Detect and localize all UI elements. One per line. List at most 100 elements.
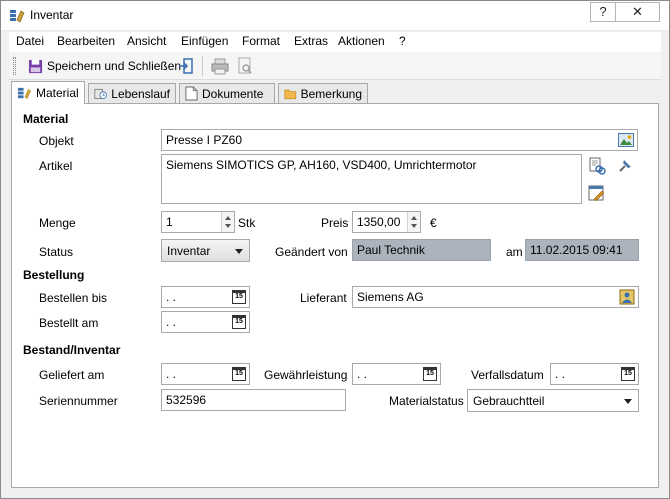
menu-bar: Datei Bearbeiten Ansicht Einfügen Format… bbox=[9, 32, 661, 52]
gewaehrleistung-label: Gewährleistung bbox=[264, 368, 348, 382]
menu-format[interactable]: Format bbox=[242, 34, 280, 48]
print-preview-icon[interactable] bbox=[235, 56, 255, 76]
menge-spinner[interactable] bbox=[221, 212, 234, 232]
lieferant-label: Lieferant bbox=[300, 291, 347, 305]
image-picker-icon[interactable] bbox=[618, 132, 634, 148]
tab-material-label: Material bbox=[36, 86, 79, 100]
calendar-icon[interactable]: 15 bbox=[621, 367, 635, 381]
tab-bemerkung[interactable]: Bemerkung bbox=[278, 83, 368, 103]
printer-icon[interactable] bbox=[210, 56, 230, 76]
objekt-label: Objekt bbox=[39, 134, 74, 148]
menge-label: Menge bbox=[39, 216, 76, 230]
verfallsdatum-datefield[interactable]: . . 15 bbox=[550, 363, 639, 385]
address-book-icon[interactable] bbox=[619, 289, 635, 305]
section-bestellung: Bestellung bbox=[23, 268, 85, 282]
preis-label: Preis bbox=[321, 216, 349, 230]
stk-label: Stk bbox=[238, 216, 256, 230]
bestellen-bis-datefield[interactable]: . . 15 bbox=[161, 286, 250, 308]
status-dropdown[interactable]: Inventar bbox=[161, 239, 250, 262]
menge-value: 1 bbox=[166, 215, 173, 229]
geaendert-von-value: Paul Technik bbox=[357, 243, 425, 257]
chevron-down-icon bbox=[235, 249, 243, 254]
seriennummer-field[interactable]: 532596 bbox=[161, 389, 346, 411]
toolbar-grip[interactable] bbox=[13, 57, 16, 75]
bestellt-am-label: Bestellt am bbox=[39, 316, 99, 330]
bestellt-am-value: . . bbox=[166, 315, 177, 329]
materialstatus-label: Materialstatus bbox=[389, 394, 464, 408]
calendar-icon[interactable]: 15 bbox=[232, 367, 246, 381]
artikel-field[interactable]: Siemens SIMOTICS GP, AH160, VSD400, Umri… bbox=[161, 154, 582, 204]
artikel-label: Artikel bbox=[39, 159, 73, 173]
am-label: am bbox=[506, 245, 523, 259]
tab-lebenslauf-label: Lebenslauf bbox=[111, 86, 170, 101]
edit-document-icon[interactable] bbox=[588, 184, 606, 202]
lieferant-field[interactable]: Siemens AG bbox=[352, 286, 639, 308]
pin-tool-icon[interactable] bbox=[616, 157, 634, 175]
geaendert-am-value: 11.02.2015 09:41 bbox=[530, 243, 623, 257]
exit-door-icon[interactable] bbox=[177, 56, 197, 76]
materialstatus-value: Gebrauchtteil bbox=[473, 394, 545, 408]
tab-dokumente[interactable]: Dokumente bbox=[179, 83, 275, 103]
verfallsdatum-value: . . bbox=[555, 367, 566, 381]
floppy-disk-icon bbox=[28, 59, 43, 73]
lieferant-value: Siemens AG bbox=[357, 290, 424, 304]
section-material: Material bbox=[23, 112, 69, 126]
window-title: Inventar bbox=[30, 8, 74, 22]
title-bar: Inventar ? ✕ bbox=[1, 1, 669, 31]
tab-lebenslauf[interactable]: Lebenslauf bbox=[88, 83, 176, 103]
geaendert-am-field: 11.02.2015 09:41 bbox=[525, 239, 639, 261]
seriennummer-label: Seriennummer bbox=[39, 394, 118, 408]
inventory-icon bbox=[17, 87, 32, 99]
materialstatus-dropdown[interactable]: Gebrauchtteil bbox=[467, 389, 639, 412]
objekt-value: Presse I PZ60 bbox=[166, 133, 243, 147]
geaendert-von-field: Paul Technik bbox=[352, 239, 491, 261]
geliefert-am-value: . . bbox=[166, 367, 177, 381]
gewaehrleistung-value: . . bbox=[357, 367, 368, 381]
status-value: Inventar bbox=[167, 244, 211, 258]
folder-icon bbox=[284, 89, 297, 99]
menu-aktionen[interactable]: Aktionen bbox=[338, 34, 385, 48]
preis-spinbox[interactable]: 1350,00 bbox=[352, 211, 421, 233]
bestellen-bis-label: Bestellen bis bbox=[39, 291, 108, 305]
chevron-down-icon bbox=[624, 399, 632, 404]
menu-einfuegen[interactable]: Einfügen bbox=[181, 34, 228, 48]
material-panel: Material Objekt Presse I PZ60 Artikel Si… bbox=[11, 103, 659, 488]
menge-spinbox[interactable]: 1 bbox=[161, 211, 235, 233]
bestellt-am-datefield[interactable]: . . 15 bbox=[161, 311, 250, 333]
document-link-icon[interactable] bbox=[588, 157, 606, 175]
help-button[interactable]: ? bbox=[590, 2, 616, 22]
preis-value: 1350,00 bbox=[357, 215, 401, 229]
menu-ansicht[interactable]: Ansicht bbox=[127, 34, 166, 48]
menu-extras[interactable]: Extras bbox=[294, 34, 328, 48]
geliefert-am-datefield[interactable]: . . 15 bbox=[161, 363, 250, 385]
toolbar: Speichern und Schließen bbox=[9, 52, 661, 80]
tab-material[interactable]: Material bbox=[11, 81, 85, 104]
objekt-field[interactable]: Presse I PZ60 bbox=[161, 129, 638, 151]
toolbar-separator bbox=[202, 56, 203, 76]
gewaehrleistung-datefield[interactable]: . . 15 bbox=[352, 363, 441, 385]
history-clock-icon bbox=[94, 88, 107, 99]
artikel-value: Siemens SIMOTICS GP, AH160, VSD400, Umri… bbox=[166, 158, 477, 172]
inventory-app-icon bbox=[10, 10, 25, 23]
tab-dokumente-label: Dokumente bbox=[202, 86, 264, 101]
status-label: Status bbox=[39, 245, 74, 259]
save-and-close-label: Speichern und Schließen bbox=[47, 59, 182, 73]
section-bestand-inventar: Bestand/Inventar bbox=[23, 343, 121, 357]
menu-bearbeiten[interactable]: Bearbeiten bbox=[57, 34, 115, 48]
preis-spinner[interactable] bbox=[407, 212, 420, 232]
menu-help[interactable]: ? bbox=[399, 34, 406, 48]
euro-label: € bbox=[430, 216, 437, 230]
menu-datei[interactable]: Datei bbox=[16, 34, 44, 48]
seriennummer-value: 532596 bbox=[166, 393, 207, 407]
save-and-close-button[interactable]: Speichern und Schließen bbox=[24, 55, 185, 77]
bestellen-bis-value: . . bbox=[166, 290, 177, 304]
geliefert-am-label: Geliefert am bbox=[39, 368, 105, 382]
calendar-icon[interactable]: 15 bbox=[423, 367, 437, 381]
calendar-icon[interactable]: 15 bbox=[232, 290, 246, 304]
close-button[interactable]: ✕ bbox=[615, 2, 660, 22]
verfallsdatum-label: Verfallsdatum bbox=[471, 368, 544, 382]
calendar-icon[interactable]: 15 bbox=[232, 315, 246, 329]
inventar-window: Inventar ? ✕ Datei Bearbeiten Ansicht Ei… bbox=[0, 0, 670, 499]
document-icon bbox=[185, 86, 198, 101]
geaendert-von-label: Geändert von bbox=[275, 245, 348, 259]
